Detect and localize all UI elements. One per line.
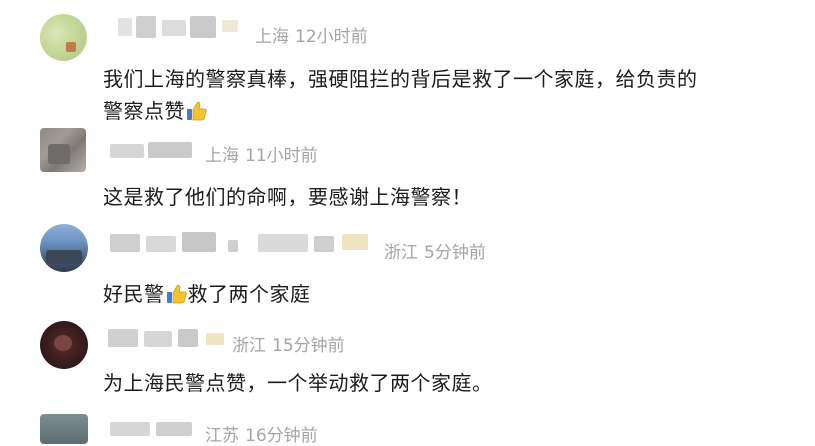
comment-text-segment: 救了两个家庭	[187, 282, 311, 306]
comment-text-line: 我们上海的警察真棒，强硬阻拦的背后是救了一个家庭，给负责的	[103, 67, 698, 91]
comment-text: 为上海民警点赞，一个举动救了两个家庭。	[103, 371, 493, 395]
avatar[interactable]	[40, 414, 88, 444]
username-redacted[interactable]	[108, 327, 228, 351]
comment-meta: 上海 12小时前	[255, 22, 374, 47]
username-redacted[interactable]	[110, 232, 380, 256]
comment-meta: 江苏 16分钟前	[205, 421, 324, 446]
comment-meta: 浙江 5分钟前	[384, 238, 492, 263]
thumbs-up-icon	[166, 284, 187, 304]
comment-text: 这是救了他们的命啊，要感谢上海警察！	[103, 185, 472, 209]
avatar[interactable]	[40, 224, 88, 272]
username-redacted[interactable]	[118, 16, 248, 40]
timestamp: 16分钟前	[245, 426, 318, 446]
location-label: 上海	[205, 146, 239, 166]
timestamp: 11小时前	[245, 146, 318, 166]
timestamp: 15分钟前	[272, 336, 345, 356]
location-label: 上海	[255, 27, 289, 47]
thumbs-up-icon	[187, 101, 207, 121]
comment-text: 我们上海的警察真棒，强硬阻拦的背后是救了一个家庭，给负责的 警察点赞	[103, 63, 783, 127]
comment-text: 好民警 救了两个家庭	[103, 278, 783, 310]
comment-meta: 上海 11小时前	[205, 141, 324, 166]
avatar[interactable]	[40, 321, 88, 369]
location-label: 浙江	[384, 243, 418, 263]
username-redacted[interactable]	[110, 140, 200, 164]
avatar[interactable]	[40, 128, 86, 172]
location-label: 浙江	[232, 336, 266, 356]
username-redacted[interactable]	[110, 418, 200, 442]
timestamp: 5分钟前	[424, 243, 486, 263]
comment-meta: 浙江 15分钟前	[232, 331, 351, 356]
comment-text-segment: 好民警	[103, 282, 165, 306]
comment-text-line: 警察点赞	[103, 99, 185, 123]
location-label: 江苏	[205, 426, 239, 446]
timestamp: 12小时前	[295, 27, 368, 47]
avatar[interactable]	[40, 14, 87, 61]
